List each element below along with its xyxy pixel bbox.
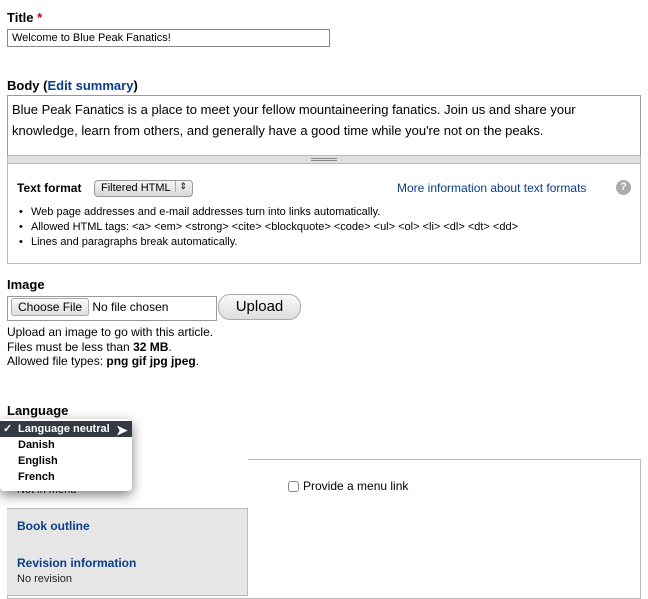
tab-title: Book outline: [17, 519, 90, 533]
image-label: Image: [7, 277, 45, 292]
language-option[interactable]: French: [0, 469, 132, 485]
cursor-icon: ➤: [116, 422, 128, 438]
format-tip: Web page addresses and e-mail addresses …: [17, 205, 518, 220]
language-dropdown[interactable]: ✓ Language neutral ➤ Danish English French: [0, 419, 132, 491]
file-input[interactable]: Choose File No file chosen: [7, 296, 217, 321]
format-tips: Web page addresses and e-mail addresses …: [17, 205, 518, 250]
body-textarea[interactable]: Blue Peak Fanatics is a place to meet yo…: [7, 95, 641, 156]
menu-link-label: Provide a menu link: [303, 479, 409, 493]
select-arrows-icon: ⇕: [175, 181, 187, 192]
checkmark-icon: ✓: [3, 423, 13, 435]
title-label: Title *: [7, 10, 42, 25]
choose-file-button[interactable]: Choose File: [11, 298, 90, 316]
title-input[interactable]: [7, 29, 330, 47]
body-label: Body (Edit summary): [7, 78, 138, 93]
more-info-link[interactable]: More information about text formats: [397, 181, 586, 195]
image-help-size: Files must be less than 32 MB.: [7, 339, 172, 354]
language-option[interactable]: Danish: [0, 437, 132, 453]
format-tip: Lines and paragraphs break automatically…: [17, 235, 518, 250]
upload-button[interactable]: Upload: [218, 294, 301, 320]
format-tip: Allowed HTML tags: <a> <em> <strong> <ci…: [17, 220, 518, 235]
language-option[interactable]: ✓ Language neutral ➤: [0, 421, 132, 438]
required-marker: *: [37, 10, 43, 25]
body-label-text: Body (: [7, 78, 48, 93]
text-format-label: Text format: [17, 181, 82, 195]
image-help-types: Allowed file types: png gif jpg jpeg.: [7, 354, 200, 368]
language-option[interactable]: English: [0, 453, 132, 469]
body-label-close: ): [133, 78, 138, 93]
tab-book-outline[interactable]: Book outline: [7, 508, 248, 547]
title-label-text: Title: [7, 10, 34, 25]
tab-revision-information[interactable]: Revision information No revision: [7, 546, 248, 596]
language-label: Language: [7, 403, 69, 418]
text-format-box: Text format Filtered HTML ⇕ More informat…: [7, 163, 641, 264]
edit-summary-link[interactable]: Edit summary: [47, 78, 133, 93]
menu-link-checkbox[interactable]: [288, 481, 299, 492]
text-format-selected: Filtered HTML: [101, 182, 171, 194]
no-file-text: No file chosen: [92, 300, 169, 314]
help-icon[interactable]: ?: [616, 180, 631, 195]
menu-link-option[interactable]: Provide a menu link: [288, 479, 408, 493]
tab-summary: No revision: [17, 573, 73, 585]
text-format-select[interactable]: Filtered HTML ⇕: [94, 180, 193, 197]
tab-title: Revision information: [17, 556, 137, 570]
image-help-line: Upload an image to go with this article.: [7, 325, 214, 339]
image-help: Upload an image to go with this article.…: [7, 325, 213, 369]
